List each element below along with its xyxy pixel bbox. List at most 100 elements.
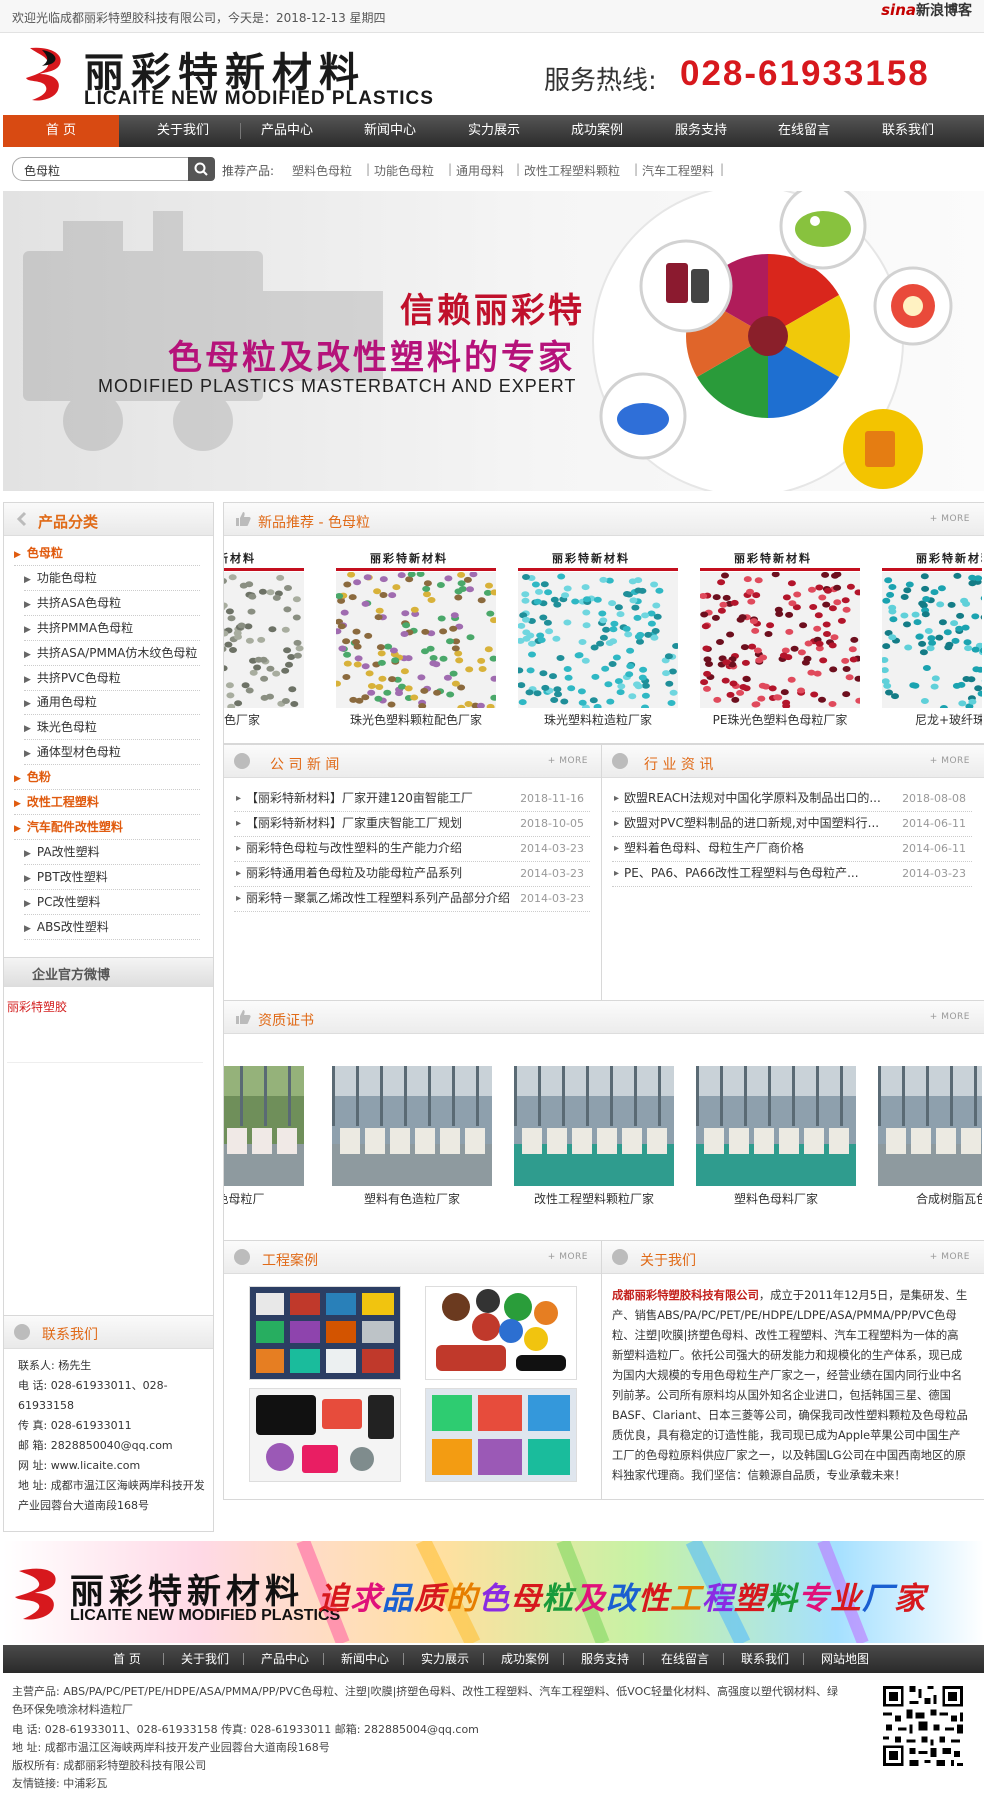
recommend-link[interactable]: 改性工程塑料颗粒 (524, 162, 620, 179)
certificate-caption[interactable]: 改性工程塑料颗粒厂家 (514, 1190, 674, 1207)
news-title[interactable]: 丽彩特通用着色母粒及功能母粒产品系列 (246, 861, 512, 886)
certificates-more-link[interactable]: + MORE (930, 1012, 970, 1022)
product-caption[interactable]: 珠光塑料粒造粒厂家 (518, 711, 678, 728)
category-item[interactable]: ▶ PC改性塑料 (24, 890, 200, 915)
news-title[interactable]: 欧盟REACH法规对中国化学原料及制品出口的... (624, 786, 894, 811)
arrow-left-icon (16, 511, 27, 527)
certificate-card[interactable]: 合成树脂瓦色母 (878, 1066, 982, 1216)
industry-news-more-link[interactable]: + MORE (930, 756, 970, 766)
footer-nav-about[interactable]: 关于我们 (181, 1645, 229, 1673)
product-caption[interactable]: 珠光色塑料颗粒配色厂家 (336, 711, 496, 728)
category-item[interactable]: ▶ 共挤ASA/PMMA仿木纹色母粒 (24, 641, 200, 666)
news-title[interactable]: 丽彩特色母粒与改性塑料的生产能力介绍 (246, 836, 512, 861)
nav-news[interactable]: 新闻中心 (340, 115, 440, 147)
category-item[interactable]: ▶ 汽车配件改性塑料 (14, 815, 200, 840)
case-image-parts[interactable] (425, 1388, 577, 1482)
news-title[interactable]: 【丽彩特新材料】厂家重庆智能工厂规划 (246, 811, 512, 836)
category-item[interactable]: ▶ 色粉 (14, 765, 200, 791)
category-item[interactable]: ▶ 色母粒 (14, 541, 200, 566)
company-news-more-link[interactable]: + MORE (548, 756, 588, 766)
divider (563, 1653, 564, 1665)
category-item[interactable]: ▶ 改性工程塑料 (14, 790, 200, 815)
recommend-link[interactable]: 汽车工程塑料 (642, 162, 714, 179)
category-item[interactable]: ▶ 通体型材色母粒 (24, 740, 200, 766)
sina-blog-link[interactable]: sina新浪博客 (881, 0, 972, 20)
nav-strength[interactable]: 实力展示 (444, 115, 544, 147)
product-card[interactable]: 丽彩特新材料原料配色厂家 (224, 548, 304, 728)
category-item[interactable]: ▶ 共挤ASA色母粒 (24, 591, 200, 616)
nav-cases[interactable]: 成功案例 (547, 115, 647, 147)
contact-email[interactable]: 邮 箱: 2828850040@qq.com (18, 1436, 208, 1456)
news-item[interactable]: ▸ 【丽彩特新材料】厂家开建120亩智能工厂 2018-11-16 (234, 786, 590, 812)
footer-nav-contact[interactable]: 联系我们 (741, 1645, 789, 1673)
footer-nav-message[interactable]: 在线留言 (661, 1645, 709, 1673)
category-item[interactable]: ▶ PA改性塑料 (24, 840, 200, 865)
news-title[interactable]: PE、PA6、PA66改性工程塑料与色母粒产... (624, 861, 894, 886)
product-caption[interactable]: 原料配色厂家 (224, 711, 304, 728)
footer-nav-support[interactable]: 服务支持 (581, 1645, 629, 1673)
footer-nav-strength[interactable]: 实力展示 (421, 1645, 469, 1673)
category-item[interactable]: ▶ ABS改性塑料 (24, 915, 200, 940)
news-item[interactable]: ▸ 丽彩特－聚氯乙烯改性工程塑料系列产品部分介绍 2014-03-23 (234, 886, 590, 912)
category-item[interactable]: ▶ 珠光色母粒 (24, 715, 200, 741)
footer-nav-news[interactable]: 新闻中心 (341, 1645, 389, 1673)
footer-friend-links[interactable]: 友情链接: 中浦彩瓦 (12, 1775, 107, 1793)
nav-home[interactable]: 首 页 (3, 115, 119, 147)
recommend-link[interactable]: 塑料色母粒 (292, 162, 352, 179)
product-card[interactable]: 丽彩特新材料尼龙+玻纤珠光色 (882, 548, 982, 728)
about-company-name[interactable]: 成都丽彩特塑胶科技有限公司 (612, 1289, 759, 1302)
slogan-character: 改 (606, 1581, 638, 1617)
news-item[interactable]: ▸ 【丽彩特新材料】厂家重庆智能工厂规划 2018-10-05 (234, 811, 590, 837)
news-item[interactable]: ▸ 欧盟对PVC塑料制品的进口新规,对中国塑料行... 2014-06-11 (612, 811, 972, 837)
product-card[interactable]: 丽彩特新材料 珠光色塑料颗粒配色厂家 (336, 548, 496, 728)
nav-message[interactable]: 在线留言 (754, 115, 854, 147)
case-image-cards[interactable] (249, 1286, 401, 1380)
product-card[interactable]: 丽彩特新材料 PE珠光色塑料色母粒厂家 (700, 548, 860, 728)
footer-nav-products[interactable]: 产品中心 (261, 1645, 309, 1673)
news-title[interactable]: 丽彩特－聚氯乙烯改性工程塑料系列产品部分介绍 (246, 886, 512, 911)
certificate-caption[interactable]: 塑料色母料厂家 (696, 1190, 856, 1207)
search-input[interactable] (22, 160, 176, 180)
contact-website[interactable]: 网 址: www.licaite.com (18, 1456, 208, 1476)
category-item[interactable]: ▶ 共挤PMMA色母粒 (24, 616, 200, 641)
certificate-caption[interactable]: 合成树脂瓦色母 (878, 1190, 982, 1207)
products-more-link[interactable]: + MORE (930, 514, 970, 524)
certificate-card[interactable]: 塑料有色造粒厂家 (332, 1066, 492, 1216)
news-item[interactable]: ▸ PE、PA6、PA66改性工程塑料与色母粒产... 2014-03-23 (612, 861, 972, 887)
certificate-caption[interactable]: 塑料有色造粒厂家 (332, 1190, 492, 1207)
product-caption[interactable]: PE珠光色塑料色母粒厂家 (700, 711, 860, 728)
nav-about[interactable]: 关于我们 (133, 115, 233, 147)
product-card[interactable]: 丽彩特新材料 珠光塑料粒造粒厂家 (518, 548, 678, 728)
search-button[interactable] (188, 157, 215, 181)
case-image-granules[interactable] (425, 1286, 577, 1380)
certificate-card[interactable]: 改性工程塑料颗粒厂家 (514, 1066, 674, 1216)
news-item[interactable]: ▸ 塑料着色母料、母粒生产厂商价格 2014-06-11 (612, 836, 972, 862)
case-image-devices[interactable] (249, 1388, 401, 1482)
about-more-link[interactable]: + MORE (930, 1252, 970, 1262)
slogan-character: 及 (574, 1581, 606, 1617)
nav-support[interactable]: 服务支持 (651, 115, 751, 147)
footer-nav-sitemap[interactable]: 网站地图 (821, 1645, 869, 1673)
product-caption[interactable]: 尼龙+玻纤珠光色 (882, 711, 982, 728)
news-item[interactable]: ▸ 丽彩特色母粒与改性塑料的生产能力介绍 2014-03-23 (234, 836, 590, 862)
weibo-link[interactable]: 丽彩特塑胶 (7, 998, 67, 1015)
category-item[interactable]: ▶ 功能色母粒 (24, 566, 200, 591)
recommend-link[interactable]: 通用母料 (456, 162, 504, 179)
category-item[interactable]: ▶ 共挤PVC色母粒 (24, 666, 200, 691)
news-title[interactable]: 塑料着色母料、母粒生产厂商价格 (624, 836, 894, 861)
nav-contact[interactable]: 联系我们 (858, 115, 958, 147)
certificate-caption[interactable]: 瓦asa色母粒厂 (224, 1190, 304, 1207)
category-item[interactable]: ▶ 通用色母粒 (24, 690, 200, 716)
certificate-card[interactable]: 塑料色母料厂家 (696, 1066, 856, 1216)
news-item[interactable]: ▸ 丽彩特通用着色母粒及功能母粒产品系列 2014-03-23 (234, 861, 590, 887)
footer-nav-cases[interactable]: 成功案例 (501, 1645, 549, 1673)
news-title[interactable]: 欧盟对PVC塑料制品的进口新规,对中国塑料行... (624, 811, 894, 836)
footer-nav-home[interactable]: 首 页 (113, 1645, 141, 1673)
certificate-card[interactable]: 瓦asa色母粒厂 (224, 1066, 304, 1216)
cases-more-link[interactable]: + MORE (548, 1252, 588, 1262)
news-title[interactable]: 【丽彩特新材料】厂家开建120亩智能工厂 (246, 786, 512, 811)
recommend-link[interactable]: 功能色母粒 (374, 162, 434, 179)
nav-products[interactable]: 产品中心 (237, 115, 337, 147)
news-item[interactable]: ▸ 欧盟REACH法规对中国化学原料及制品出口的... 2018-08-08 (612, 786, 972, 812)
category-item[interactable]: ▶ PBT改性塑料 (24, 865, 200, 890)
